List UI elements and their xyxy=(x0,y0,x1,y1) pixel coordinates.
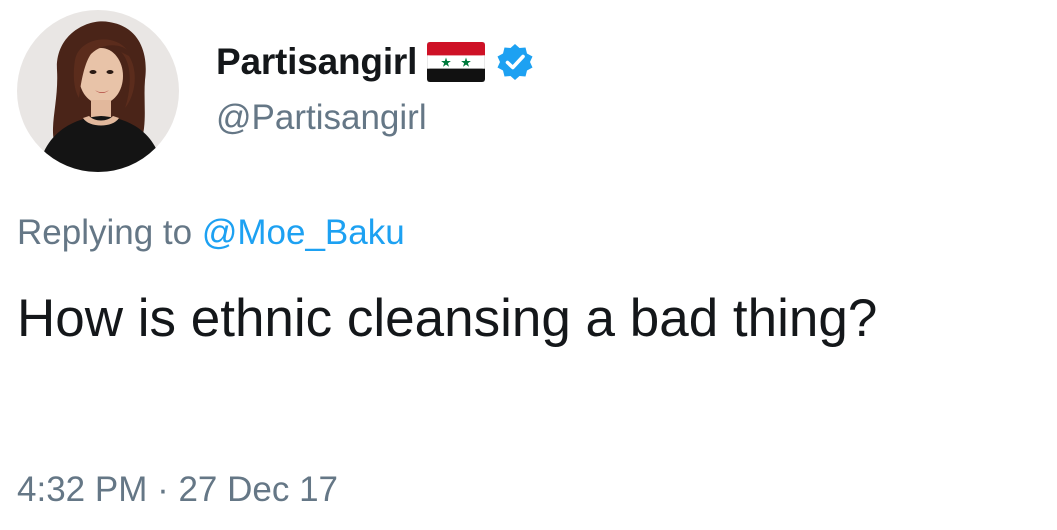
syria-flag-icon xyxy=(426,41,486,83)
tweet-text: How is ethnic cleansing a bad thing? xyxy=(17,289,878,348)
user-handle[interactable]: @Partisangirl xyxy=(216,98,427,138)
avatar-photo-icon xyxy=(17,10,179,172)
tweet-card: Partisangirl @Partisangirl Replying to @… xyxy=(0,0,1057,530)
tweet-timestamp[interactable]: 4:32 PM · 27 Dec 17 xyxy=(17,470,338,510)
replying-to-line: Replying to @Moe_Baku xyxy=(17,213,405,253)
replying-to-label: Replying to xyxy=(17,213,193,252)
avatar[interactable] xyxy=(17,10,179,172)
reply-mention-link[interactable]: @Moe_Baku xyxy=(202,213,405,252)
display-name[interactable]: Partisangirl xyxy=(216,41,417,83)
verified-badge-icon xyxy=(495,42,535,82)
display-name-row: Partisangirl xyxy=(216,38,535,86)
